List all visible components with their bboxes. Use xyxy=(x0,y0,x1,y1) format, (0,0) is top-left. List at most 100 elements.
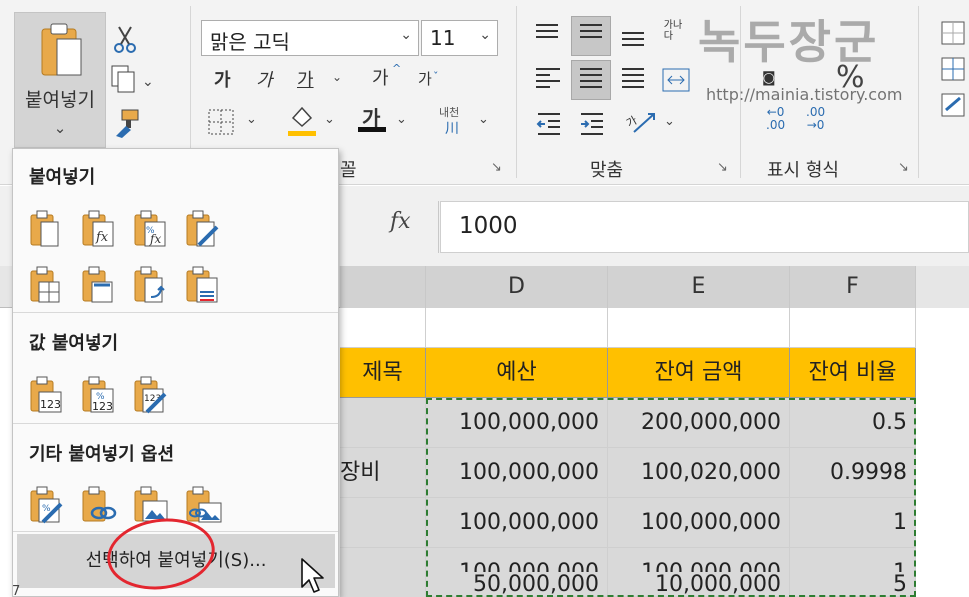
decrease-indent-icon[interactable] xyxy=(536,112,562,136)
font-size-combo[interactable]: 11 ⌄ xyxy=(421,20,498,56)
border-icon[interactable] xyxy=(207,108,235,136)
arrow-up-icon: ^ xyxy=(392,62,402,75)
wrap-text-icon[interactable] xyxy=(662,68,690,92)
column-header-f[interactable]: F xyxy=(790,266,916,308)
chevron-down-icon[interactable]: ⌄ xyxy=(246,112,257,127)
svg-text:fx: fx xyxy=(149,232,161,246)
column-header-d[interactable]: D xyxy=(426,266,608,308)
chevron-down-icon: ⌄ xyxy=(479,27,491,43)
align-right-icon[interactable] xyxy=(622,68,644,92)
table-cell[interactable]: 200,000,000 xyxy=(608,398,790,448)
chevron-down-icon: ⌄ xyxy=(400,27,412,43)
table-cell[interactable] xyxy=(340,398,426,448)
paste-linked-picture-icon[interactable] xyxy=(183,485,223,525)
table-cell[interactable] xyxy=(790,308,916,348)
align-bottom-icon[interactable] xyxy=(622,32,644,50)
underline-button[interactable]: 가 xyxy=(297,66,314,92)
menu-divider xyxy=(13,312,338,313)
ribbon-separator xyxy=(918,6,919,178)
table-cell[interactable]: 50,000,000 xyxy=(426,572,608,597)
chevron-down-icon[interactable]: ⌄ xyxy=(324,112,335,127)
currency-icon[interactable]: ◙ xyxy=(762,70,776,86)
table-cell[interactable]: 10,000,000 xyxy=(608,572,790,597)
table-cell[interactable]: 5 xyxy=(790,572,916,597)
conditional-format-icon[interactable] xyxy=(940,20,966,120)
bold-button[interactable]: 가 xyxy=(214,66,231,92)
column-header-g[interactable] xyxy=(916,266,969,308)
paste-picture-icon[interactable] xyxy=(131,485,171,525)
table-cell[interactable]: 1 xyxy=(790,498,916,548)
fx-icon[interactable]: fx xyxy=(390,209,411,234)
align-top-icon[interactable] xyxy=(536,24,558,42)
paste-special-menu-item[interactable]: 선택하여 붙여넣기(S)... xyxy=(17,534,335,588)
column-header-c[interactable] xyxy=(340,266,426,308)
svg-text:123: 123 xyxy=(40,398,61,411)
paste-formatting-icon[interactable]: % xyxy=(27,485,67,525)
fill-color-icon[interactable] xyxy=(287,104,317,138)
column-header-e[interactable]: E xyxy=(608,266,790,308)
paste-button[interactable]: 붙여넣기 ⌄ xyxy=(14,12,106,148)
table-cell[interactable] xyxy=(608,308,790,348)
number-dialog-launcher-icon[interactable]: ↘ xyxy=(898,160,909,175)
shrink-font-button[interactable]: 가 xyxy=(418,68,432,89)
paste-values-source-formatting-icon[interactable]: 123 xyxy=(131,375,171,415)
table-header-remaining[interactable]: 잔여 금액 xyxy=(608,348,790,398)
row-number: 7 xyxy=(12,584,21,597)
paste-link-icon[interactable] xyxy=(79,485,119,525)
table-cell[interactable]: 100,000,000 xyxy=(426,498,608,548)
table-cell[interactable]: 100,000,000 xyxy=(426,448,608,498)
cut-icon[interactable] xyxy=(112,24,138,54)
svg-text:123: 123 xyxy=(92,400,113,413)
italic-button[interactable]: 가 xyxy=(256,66,273,92)
table-cell[interactable] xyxy=(426,308,608,348)
format-painter-icon[interactable] xyxy=(112,108,142,138)
watermark-url: http://mainia.tistory.com xyxy=(706,85,903,104)
table-cell[interactable]: 100,000,000 xyxy=(426,398,608,448)
orientation-icon[interactable]: 가 xyxy=(626,108,662,136)
font-name-combo[interactable]: 맑은 고딕 ⌄ xyxy=(201,20,419,56)
font-group-label: 꼴 xyxy=(340,160,357,181)
paste-dropdown-menu: 붙여넣기 fx % fx 값 붙여넣기 123 % 123 123 기타 붙여넣기 … xyxy=(12,148,339,597)
paste-no-borders-icon[interactable] xyxy=(27,265,67,305)
increase-decimal-button[interactable]: ←0 .00 xyxy=(766,106,785,132)
text-direction-button[interactable]: 가나 다 xyxy=(660,20,686,42)
table-cell[interactable]: 장비 xyxy=(340,448,426,498)
chevron-down-icon[interactable]: ⌄ xyxy=(664,114,675,129)
table-header-title[interactable]: 제목 xyxy=(340,348,426,398)
chevron-down-icon[interactable]: ⌄ xyxy=(396,112,407,127)
paste-keep-column-widths-icon[interactable] xyxy=(79,265,119,305)
formula-input[interactable]: 1000 xyxy=(440,201,969,253)
copy-icon[interactable]: ⌄ xyxy=(110,64,154,94)
decrease-decimal-button[interactable]: .00 →0 xyxy=(806,106,825,132)
grow-font-button[interactable]: 가 xyxy=(372,64,389,90)
align-left-icon[interactable] xyxy=(536,68,560,92)
table-cell[interactable]: 100,000,000 xyxy=(608,498,790,548)
table-cell[interactable]: 0.5 xyxy=(790,398,916,448)
table-cell[interactable] xyxy=(340,308,426,348)
table-cell[interactable] xyxy=(340,498,426,548)
table-cell[interactable]: 100,020,000 xyxy=(608,448,790,498)
paste-keep-source-formatting-icon[interactable] xyxy=(183,209,223,249)
table-cell[interactable]: 0.9998 xyxy=(790,448,916,498)
table-header-budget[interactable]: 예산 xyxy=(426,348,608,398)
chevron-down-icon[interactable]: ⌄ xyxy=(332,70,342,84)
paste-merge-conditional-format-icon[interactable] xyxy=(183,265,223,305)
paste-formulas-number-format-icon[interactable]: %fx xyxy=(131,209,171,249)
table-header-ratio[interactable]: 잔여 비율 xyxy=(790,348,916,398)
chevron-down-icon[interactable]: ⌄ xyxy=(478,112,489,127)
alignment-group-label: 맞춤 xyxy=(590,160,624,181)
paste-formulas-icon[interactable]: fx xyxy=(79,209,119,249)
svg-text:fx: fx xyxy=(95,230,109,245)
increase-indent-icon[interactable] xyxy=(579,112,605,136)
menu-divider xyxy=(13,531,338,532)
table-cell[interactable] xyxy=(340,548,426,597)
font-dialog-launcher-icon[interactable]: ↘ xyxy=(491,160,502,175)
paste-icon[interactable] xyxy=(27,209,67,249)
paste-values-icon[interactable]: 123 xyxy=(27,375,67,415)
font-color-swatch xyxy=(358,127,386,132)
paste-values-number-format-icon[interactable]: %123 xyxy=(79,375,119,415)
paste-label: 붙여넣기 xyxy=(25,89,95,111)
other-paste-options-section-title: 기타 붙여넣기 옵션 xyxy=(29,444,175,465)
alignment-dialog-launcher-icon[interactable]: ↘ xyxy=(717,160,728,175)
paste-transpose-icon[interactable] xyxy=(131,265,171,305)
